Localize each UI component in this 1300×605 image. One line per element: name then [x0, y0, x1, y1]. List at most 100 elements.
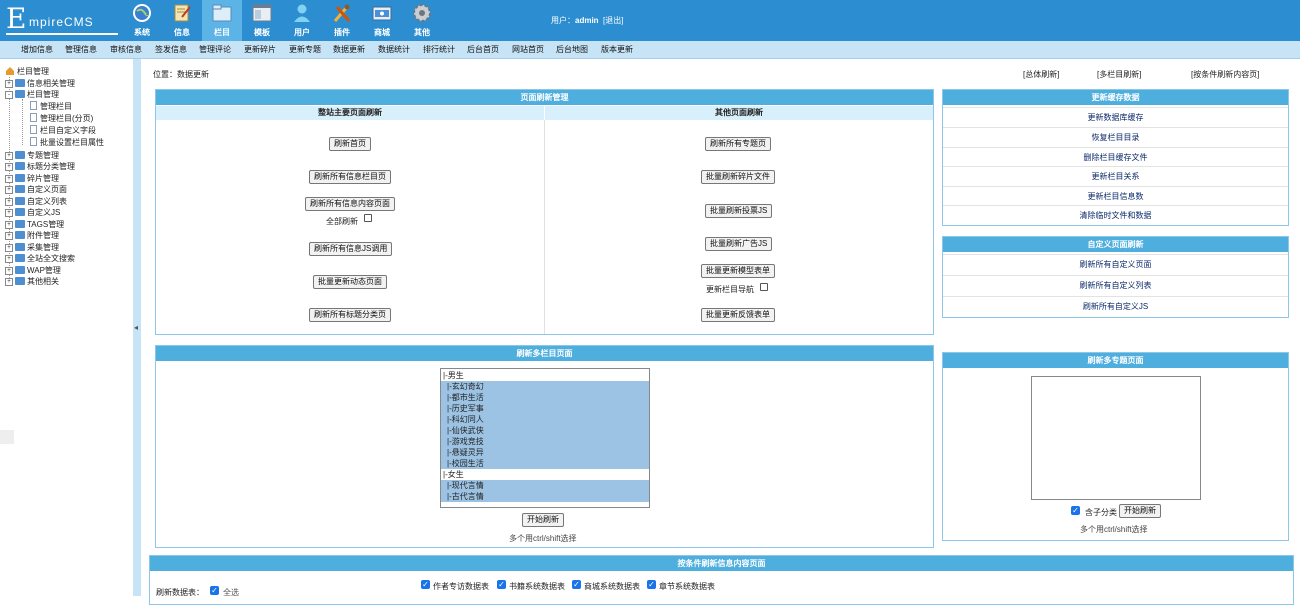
folder-icon	[15, 185, 25, 193]
document-icon	[174, 4, 191, 22]
empirecms-logo[interactable]: E mpireCMS	[6, 4, 118, 36]
nav-shop[interactable]: 商城	[362, 0, 402, 41]
column-select-list[interactable]: |-男生 |-玄幻奇幻 |-都市生活 |-历史军事 |-科幻同人 |-仙侠武侠 …	[440, 368, 650, 508]
page-refresh-panel: 页面刷新管理 整站主要页面刷新 其他页面刷新 刷新首页 刷新所有信息栏目页 刷新…	[155, 89, 934, 335]
refresh-title-class-button[interactable]: 刷新所有标题分类页	[309, 308, 391, 322]
breadcrumb: 位置：数据更新	[153, 70, 209, 79]
menu-data-stats[interactable]: 数据统计	[378, 44, 410, 55]
list-item[interactable]: |-男生	[441, 370, 649, 381]
menu-version-update[interactable]: 版本更新	[601, 44, 633, 55]
refresh-all-topics-button[interactable]: 刷新所有专题页	[705, 137, 771, 151]
folder-open-icon	[15, 90, 25, 98]
menu-site-home[interactable]: 网站首页	[512, 44, 544, 55]
doc-icon	[30, 113, 37, 122]
table-checkbox[interactable]: ✓	[421, 580, 430, 589]
batch-refresh-vote-js-button[interactable]: 批量刷新投票JS	[705, 204, 773, 218]
menu-data-update[interactable]: 数据更新	[333, 44, 365, 55]
nav-column[interactable]: 栏目	[202, 0, 242, 41]
refresh-all-js-button[interactable]: 刷新所有信息JS调用	[309, 242, 393, 256]
menu-sign-info[interactable]: 签发信息	[155, 44, 187, 55]
update-column-info-count-link[interactable]: 更新栏目信息数	[943, 186, 1288, 206]
list-item[interactable]: |-都市生活	[441, 392, 649, 403]
panel-title: 页面刷新管理	[156, 90, 933, 105]
update-nav-checkbox[interactable]	[760, 283, 768, 291]
folder-icon	[15, 266, 25, 274]
collapse-arrow-icon[interactable]: ◂	[134, 323, 138, 332]
menu-rank-stats[interactable]: 排行统计	[423, 44, 455, 55]
folder-icon	[15, 197, 25, 205]
nav-other[interactable]: 其他	[402, 0, 442, 41]
nav-system[interactable]: 系统	[122, 0, 162, 41]
clear-temp-files-link[interactable]: 清除临时文件和数据	[943, 205, 1288, 225]
table-option-label: 作者专访数据表	[433, 582, 489, 591]
menu-update-topics[interactable]: 更新专题	[289, 44, 321, 55]
start-refresh-button[interactable]: 开始刷新	[522, 513, 564, 527]
menu-admin-map[interactable]: 后台地图	[556, 44, 588, 55]
table-checkbox[interactable]: ✓	[572, 580, 581, 589]
nav-user[interactable]: 用户	[282, 0, 322, 41]
full-refresh-checkbox[interactable]	[364, 214, 372, 222]
top-header: E mpireCMS 系统 信息 栏目 模板 用户 插件 商城 其他 用户：ad…	[0, 0, 1300, 41]
gear-icon	[413, 4, 431, 22]
update-column-relation-link[interactable]: 更新栏目关系	[943, 166, 1288, 186]
user-info: 用户：admin [退出]	[551, 16, 624, 25]
list-item[interactable]: |-历史军事	[441, 403, 649, 414]
menu-manage-info[interactable]: 管理信息	[65, 44, 97, 55]
panel-title: 自定义页面刷新	[943, 237, 1288, 252]
start-topic-refresh-button[interactable]: 开始刷新	[1119, 504, 1161, 518]
list-item[interactable]: |-玄幻奇幻	[441, 381, 649, 392]
link-condition-refresh[interactable]: [按条件刷新内容页]	[1191, 69, 1259, 80]
list-item[interactable]: |-科幻同人	[441, 414, 649, 425]
nav-plugin[interactable]: 插件	[322, 0, 362, 41]
menu-audit-info[interactable]: 审核信息	[110, 44, 142, 55]
refresh-all-class-pages-button[interactable]: 刷新所有信息栏目页	[309, 170, 391, 184]
list-item[interactable]: |-游戏竞技	[441, 436, 649, 447]
multi-select-hint: 多个用ctrl/shift选择	[1080, 525, 1148, 534]
multi-column-panel: 刷新多栏目页面 |-男生 |-玄幻奇幻 |-都市生活 |-历史军事 |-科幻同人…	[155, 345, 934, 548]
table-option-label: 章节系统数据表	[659, 582, 715, 591]
link-multi-column-refresh[interactable]: [多栏目刷新]	[1097, 69, 1141, 80]
edge-tab	[0, 430, 14, 444]
select-all-checkbox[interactable]: ✓	[210, 586, 219, 595]
list-item[interactable]: |-仙侠武侠	[441, 425, 649, 436]
delete-column-cache-link[interactable]: 删除栏目缓存文件	[943, 147, 1288, 167]
batch-update-feedback-button[interactable]: 批量更新反馈表单	[701, 308, 775, 322]
list-item[interactable]: |-现代言情	[441, 480, 649, 491]
table-checkbox[interactable]: ✓	[647, 580, 656, 589]
nav-info[interactable]: 信息	[162, 0, 202, 41]
sidebar-splitter[interactable]: ◂	[133, 59, 141, 596]
table-label: 刷新数据表：	[156, 588, 204, 597]
refresh-all-content-pages-button[interactable]: 刷新所有信息内容页面	[305, 197, 395, 211]
menu-update-fragments[interactable]: 更新碎片	[244, 44, 276, 55]
folder-icon	[15, 254, 25, 262]
refresh-custom-js-link[interactable]: 刷新所有自定义JS	[943, 296, 1288, 317]
topic-select-list[interactable]	[1031, 376, 1201, 500]
menu-manage-comments[interactable]: 管理评论	[199, 44, 231, 55]
panel-title: 刷新多栏目页面	[156, 346, 933, 361]
menu-admin-home[interactable]: 后台首页	[467, 44, 499, 55]
refresh-custom-lists-link[interactable]: 刷新所有自定义列表	[943, 275, 1288, 296]
list-item[interactable]: |-古代言情	[441, 491, 649, 502]
batch-update-dynamic-button[interactable]: 批量更新动态页面	[313, 275, 387, 289]
batch-refresh-ad-js-button[interactable]: 批量刷新广告JS	[705, 237, 773, 251]
multi-select-hint: 多个用ctrl/shift选择	[509, 534, 577, 543]
batch-refresh-fragments-button[interactable]: 批量刷新碎片文件	[701, 170, 775, 184]
menu-add-info[interactable]: 增加信息	[21, 44, 53, 55]
refresh-home-button[interactable]: 刷新首页	[329, 137, 371, 151]
logout-link[interactable]: [退出]	[603, 16, 623, 25]
table-checkbox[interactable]: ✓	[497, 580, 506, 589]
link-total-refresh[interactable]: [总体刷新]	[1023, 69, 1059, 80]
nav-template[interactable]: 模板	[242, 0, 282, 41]
list-item[interactable]: |-女生	[441, 469, 649, 480]
list-item[interactable]: |-校园生活	[441, 458, 649, 469]
update-db-cache-link[interactable]: 更新数据库缓存	[943, 107, 1288, 127]
panel-title: 刷新多专题页面	[943, 353, 1288, 368]
batch-update-model-forms-button[interactable]: 批量更新模型表单	[701, 264, 775, 278]
refresh-custom-pages-link[interactable]: 刷新所有自定义页面	[943, 254, 1288, 275]
cache-panel: 更新缓存数据 更新数据库缓存 恢复栏目目录 删除栏目缓存文件 更新栏目关系 更新…	[942, 89, 1289, 226]
update-nav-label: 更新栏目导航	[706, 285, 754, 294]
restore-column-dir-link[interactable]: 恢复栏目目录	[943, 127, 1288, 147]
include-subclass-checkbox[interactable]: ✓	[1071, 506, 1080, 515]
left-column-head: 整站主要页面刷新	[156, 106, 544, 120]
list-item[interactable]: |-悬疑灵异	[441, 447, 649, 458]
